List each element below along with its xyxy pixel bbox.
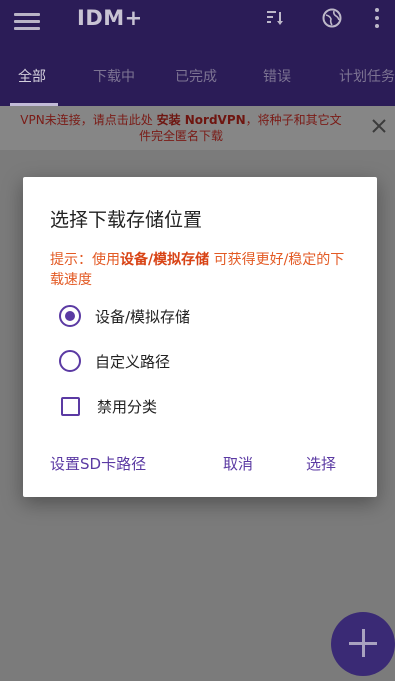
- option-label: 自定义路径: [95, 352, 171, 371]
- app-title: IDM+: [77, 6, 143, 30]
- tab-completed[interactable]: 已完成: [175, 66, 217, 86]
- select-button[interactable]: 选择: [306, 453, 336, 474]
- set-sd-path-button[interactable]: 设置SD卡路径: [50, 453, 146, 474]
- vpn-notice-prefix: VPN未连接，请点击此处: [20, 113, 153, 127]
- tab-bar: 全部 下载中 已完成 错误 计划任务: [0, 56, 395, 106]
- radio-checked[interactable]: [59, 305, 81, 327]
- radio-unchecked[interactable]: [59, 350, 81, 372]
- tab-all[interactable]: 全部: [18, 66, 46, 86]
- vpn-notice-text[interactable]: VPN未连接，请点击此处 安装 NordVPN，将种子和其它文 件完全匿名下载: [0, 112, 362, 144]
- option-disable-categories[interactable]: 禁用分类: [59, 394, 157, 418]
- option-label: 设备/模拟存储: [95, 307, 191, 326]
- vpn-notice[interactable]: VPN未连接，请点击此处 安装 NordVPN，将种子和其它文 件完全匿名下载: [0, 106, 395, 150]
- option-device-storage[interactable]: 设备/模拟存储: [59, 304, 190, 328]
- add-download-button[interactable]: [331, 612, 395, 676]
- option-label: 禁用分类: [97, 397, 158, 416]
- sort-icon[interactable]: [266, 9, 284, 27]
- globe-icon[interactable]: [322, 8, 342, 28]
- menu-icon[interactable]: [14, 10, 40, 32]
- close-icon[interactable]: [370, 117, 388, 135]
- app-bar: IDM+: [0, 0, 395, 56]
- option-custom-path[interactable]: 自定义路径: [59, 349, 170, 373]
- dialog-hint: 提示：使用设备/模拟存储 可获得更好/稳定的下载速度: [50, 250, 350, 290]
- cancel-button[interactable]: 取消: [223, 453, 253, 474]
- storage-location-dialog: 选择下载存储位置 提示：使用设备/模拟存储 可获得更好/稳定的下载速度 设备/模…: [23, 177, 377, 497]
- tab-errors[interactable]: 错误: [263, 66, 291, 86]
- vpn-notice-suffix: ，将种子和其它文: [245, 113, 342, 127]
- tab-downloading[interactable]: 下载中: [93, 66, 135, 86]
- install-nordvpn-link[interactable]: 安装 NordVPN: [157, 113, 246, 127]
- hint-prefix: 提示：使用: [50, 252, 120, 268]
- vpn-notice-line2: 件完全匿名下载: [138, 129, 223, 143]
- checkbox-unchecked[interactable]: [61, 396, 80, 416]
- dialog-title: 选择下载存储位置: [50, 209, 203, 231]
- more-options-icon[interactable]: [373, 8, 381, 30]
- tab-scheduled[interactable]: 计划任务: [339, 66, 395, 86]
- hint-highlight: 设备/模拟存储: [120, 252, 210, 268]
